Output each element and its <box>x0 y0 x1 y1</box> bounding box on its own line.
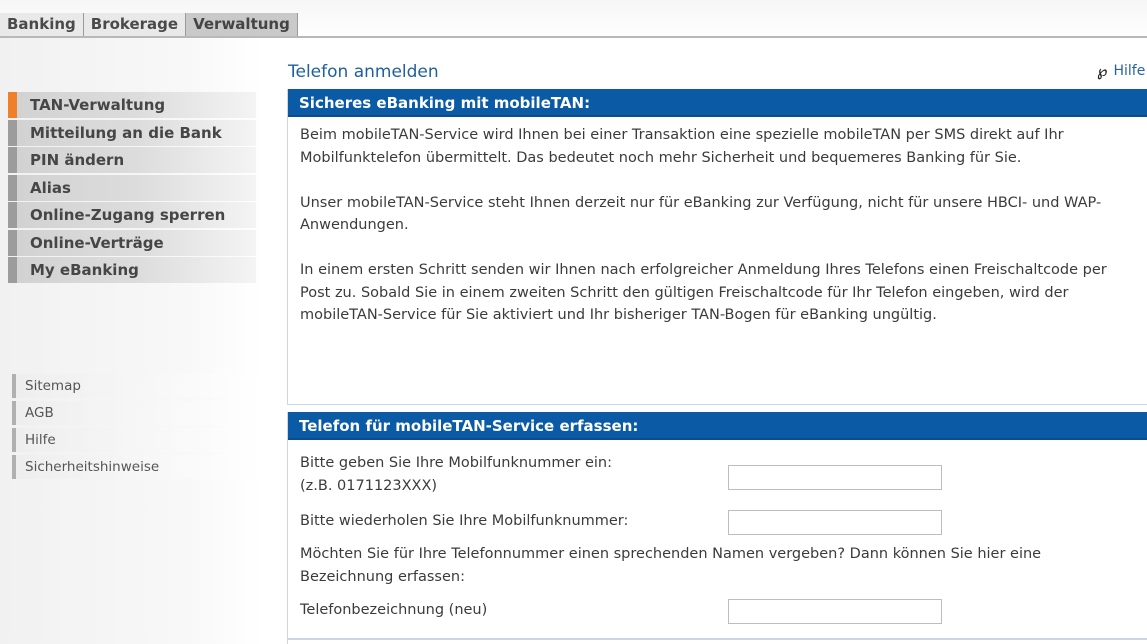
info-paragraph-1: Beim mobileTAN-Service wird Ihnen bei ei… <box>300 127 1064 166</box>
help-label: Hilfe <box>1113 63 1146 79</box>
link-hilfe[interactable]: Hilfe <box>12 428 262 452</box>
link-sicherheitshinweise[interactable]: Sicherheitshinweise <box>12 455 262 479</box>
phone-name-input[interactable] <box>728 599 942 624</box>
phone-label-example: (z.B. 0171123XXX) <box>300 477 438 494</box>
section-heading: Sicheres eBanking mit mobileTAN: <box>288 89 1147 117</box>
sidebar-item-pin-aendern[interactable]: PIN ändern <box>8 147 256 173</box>
phone-name-hint: Möchten Sie für Ihre Telefonnummer einen… <box>300 546 1042 585</box>
repeat-phone-input[interactable] <box>728 510 942 535</box>
section-bottom-border <box>287 638 1147 640</box>
info-body: Beim mobileTAN-Service wird Ihnen bei ei… <box>288 117 1147 327</box>
sidebar: TAN-Verwaltung Mitteilung an die Bank PI… <box>0 38 264 644</box>
sidebar-item-mitteilung[interactable]: Mitteilung an die Bank <box>8 119 256 146</box>
repeat-phone-label: Bitte wiederholen Sie Ihre Mobilfunknumm… <box>300 513 629 529</box>
sidebar-item-zugang-sperren[interactable]: Online-Zugang sperren <box>8 202 256 228</box>
info-paragraph-3: In einem ersten Schritt senden wir Ihnen… <box>300 262 1107 323</box>
phone-form-section: Telefon für mobileTAN-Service erfassen: … <box>287 412 1147 644</box>
info-section: Sicheres eBanking mit mobileTAN: Beim mo… <box>287 89 1147 405</box>
sidebar-item-my-ebanking[interactable]: My eBanking <box>8 257 256 283</box>
phone-label: Bitte geben Sie Ihre Mobilfunknummer ein… <box>300 452 612 497</box>
help-link[interactable]: ℘ Hilfe <box>1097 62 1145 80</box>
sidebar-nav: TAN-Verwaltung Mitteilung an die Bank PI… <box>8 92 256 285</box>
tab-brokerage[interactable]: Brokerage <box>83 13 187 36</box>
info-paragraph-2: Unser mobileTAN-Service steht Ihnen derz… <box>300 194 1102 234</box>
phone-number-input[interactable] <box>728 465 942 490</box>
sidebar-item-alias[interactable]: Alias <box>8 174 256 201</box>
tab-verwaltung[interactable]: Verwaltung <box>186 13 298 36</box>
help-icon: ℘ <box>1097 62 1108 80</box>
section-heading: Telefon für mobileTAN-Service erfassen: <box>288 412 1147 440</box>
main-tabs: Banking Brokerage Verwaltung <box>0 13 298 36</box>
sidebar-item-tan-verwaltung[interactable]: TAN-Verwaltung <box>8 92 256 118</box>
page-title: Telefon anmelden <box>288 62 439 82</box>
tab-banking[interactable]: Banking <box>0 13 84 36</box>
phone-label-line1: Bitte geben Sie Ihre Mobilfunknummer ein… <box>300 455 612 471</box>
sidebar-utility-links: Sitemap AGB Hilfe Sicherheitshinweise <box>12 374 262 482</box>
phone-name-label: Telefonbezeichnung (neu) <box>300 602 488 618</box>
sidebar-item-online-vertraege[interactable]: Online-Verträge <box>8 229 256 256</box>
top-navigation-bar: Banking Brokerage Verwaltung <box>0 0 1147 38</box>
link-agb[interactable]: AGB <box>12 401 262 425</box>
link-sitemap[interactable]: Sitemap <box>12 374 262 398</box>
